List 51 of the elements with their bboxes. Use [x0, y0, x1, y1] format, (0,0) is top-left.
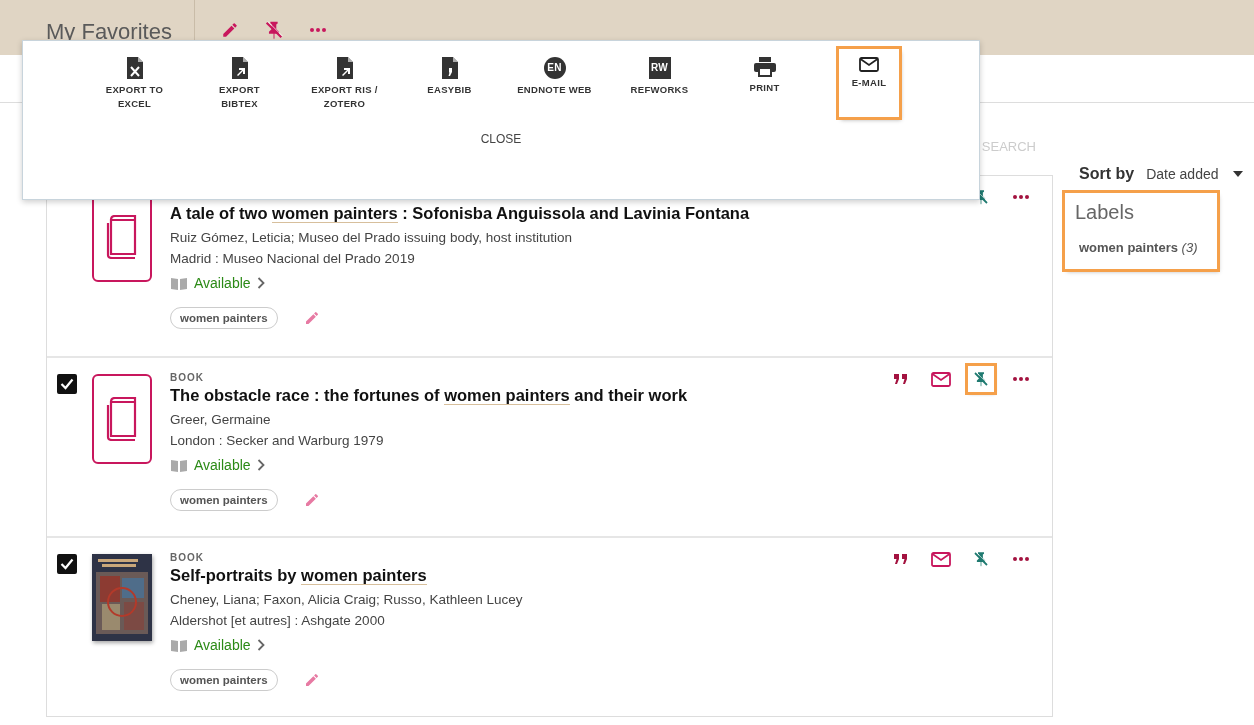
quote-icon — [894, 553, 908, 565]
more-icon — [308, 26, 327, 33]
file-export-icon — [230, 57, 249, 79]
item-publisher: Aldershot [et autres] : Ashgate 2000 — [170, 612, 386, 630]
item-title[interactable]: A tale of two women painters : Sofonisba Anguissola and Lavinia Fontana — [170, 204, 1036, 223]
envelope-icon — [931, 551, 951, 567]
item-type: BOOK — [170, 552, 204, 564]
item-authors: Cheney, Liana; Faxon, Alicia Craig; Russo, Kathleen Lucey — [170, 591, 524, 609]
badge-icon: RW — [648, 57, 671, 79]
availability-link[interactable]: Available — [194, 457, 251, 473]
label-filter[interactable]: women painters (3) — [1075, 240, 1207, 255]
item-type: BOOK — [170, 372, 204, 384]
more-icon — [1012, 194, 1030, 200]
envelope-icon — [859, 57, 879, 72]
book-icon — [170, 458, 188, 472]
labels-title: Labels — [1075, 201, 1135, 224]
sort-dropdown[interactable]: Date added — [1146, 166, 1243, 182]
unpin-icon — [972, 370, 990, 388]
file-export-icon — [335, 57, 354, 79]
availability-link[interactable]: Available — [194, 637, 251, 653]
item-publisher: Madrid : Museo Nacional del Prado 2019 — [170, 250, 416, 268]
pin-button[interactable] — [968, 366, 994, 392]
book-icon — [170, 638, 188, 652]
unpin-icon — [972, 550, 990, 568]
chevron-right-icon[interactable] — [256, 639, 265, 651]
export-option[interactable]: E-MAIL — [839, 49, 899, 117]
item-title[interactable]: Self-portraits by women painters — [170, 566, 1036, 585]
item-authors: Greer, Germaine — [170, 411, 272, 429]
chevron-right-icon[interactable] — [256, 277, 265, 289]
comma-file-icon — [440, 57, 459, 79]
checkbox[interactable] — [57, 374, 77, 394]
availability-link[interactable]: Available — [194, 275, 251, 291]
book-icon — [105, 215, 139, 259]
envelope-icon — [931, 371, 951, 387]
more-icon — [1012, 376, 1030, 382]
caret-icon — [1232, 171, 1243, 177]
chevron-right-icon[interactable] — [256, 459, 265, 471]
checkbox[interactable] — [57, 554, 77, 574]
book-icon — [105, 397, 139, 441]
printer-icon — [753, 57, 776, 77]
item-publisher: London : Secker and Warburg 1979 — [170, 432, 385, 450]
quote-icon — [894, 373, 908, 385]
sort-label: Sort by — [1079, 165, 1135, 183]
book-icon — [170, 276, 188, 290]
more-icon — [1012, 556, 1030, 562]
book-cover[interactable] — [92, 374, 152, 464]
item-title[interactable]: The obstacle race : the fortunes of women painters and their work — [170, 386, 1036, 405]
badge-icon: EN — [543, 57, 566, 79]
item-authors: Ruiz Gómez, Leticia; Museo del Prado issuing body, host institution — [170, 229, 573, 247]
close-button[interactable]: CLOSE — [474, 131, 528, 147]
spreadsheet-file-icon — [125, 57, 144, 79]
